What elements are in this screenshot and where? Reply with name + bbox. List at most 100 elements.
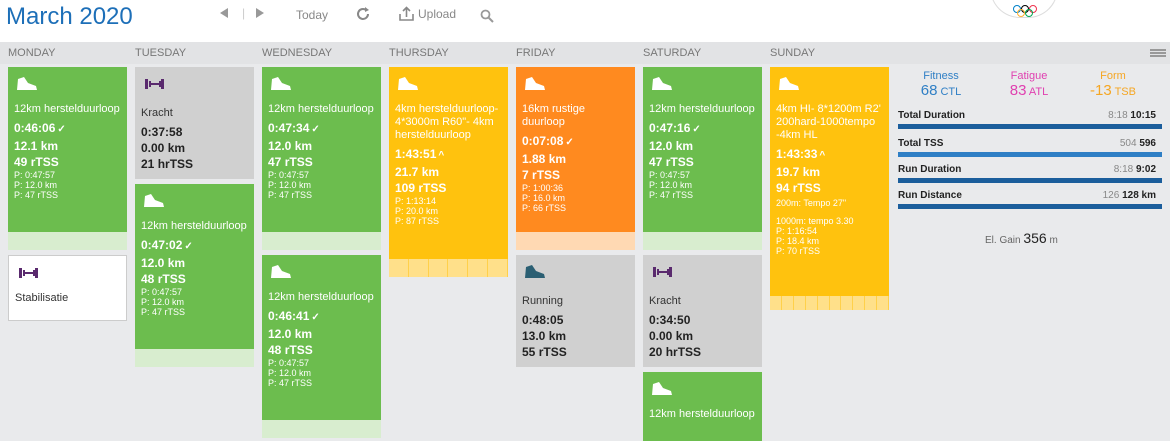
search-button[interactable]: [480, 9, 494, 23]
workout-distance: 21.7: [395, 165, 419, 179]
workout-card[interactable]: Running 0:48:05 13.0 km 55 rTSS: [516, 255, 635, 367]
summary-row-run-duration: Run Duration 8:18 9:02: [898, 164, 1162, 183]
next-button[interactable]: [256, 8, 264, 18]
check-icon: ✓: [57, 124, 66, 135]
workout-distance: 1.88: [522, 152, 546, 166]
caret-left-icon: [220, 8, 228, 18]
progress-bar: [898, 124, 1162, 129]
card-footer: [643, 232, 762, 250]
workout-duration: 1:43:33: [776, 147, 818, 161]
check-icon: ✓: [692, 124, 701, 135]
workout-duration: 1:43:51: [395, 147, 437, 161]
dumbbell-icon: [653, 267, 672, 277]
summary-row-total-tss: Total TSS 504 596: [898, 138, 1162, 157]
distance-unit: km: [167, 141, 186, 155]
olympic-logo: [990, 0, 1058, 18]
fatigue-label: Fatigue: [1010, 70, 1048, 82]
year-label: 2020: [79, 3, 133, 30]
progress-bar: [898, 152, 1162, 157]
workout-duration: 0:48:05: [522, 313, 564, 327]
fatigue-value: 83: [1009, 82, 1027, 99]
top-bar: March 2020 | Today Upload: [0, 0, 1170, 42]
distance-unit: km: [548, 329, 567, 343]
distance-unit: km: [294, 327, 313, 341]
workout-distance: 0.00: [141, 141, 165, 155]
workout-title: 4km HI- 8*1200m R2' 200hard-1000tempo -4…: [776, 103, 881, 141]
workout-title: 12km herstelduurloop: [649, 408, 755, 420]
workout-card[interactable]: 12km herstelduurloop 0:46:06 ✓ 12.1 km 49…: [8, 67, 127, 250]
running-shoe-icon: [17, 77, 37, 90]
workout-tss: 94: [776, 181, 790, 195]
workout-card[interactable]: Kracht 0:34:50 0.00 km 20 hrTSS: [643, 255, 762, 367]
planned-distance: P: 12.0 km: [268, 180, 312, 190]
menu-icon[interactable]: [1150, 49, 1166, 57]
tss-unit: rTSS: [30, 155, 59, 169]
weekday-header: MONDAY TUESDAY WEDNESDAY THURSDAY FRIDAY…: [0, 42, 1170, 64]
planned-value: 8:18: [1113, 164, 1134, 175]
planned-distance: P: 12.0 km: [141, 297, 185, 307]
workout-card[interactable]: Stabilisatie: [8, 255, 127, 321]
progress-bar: [898, 204, 1162, 209]
elgain-value: 356: [1023, 230, 1047, 246]
workout-card[interactable]: 4km herstelduurloop-4*3000m R60"- 4km he…: [389, 67, 508, 277]
tss-unit: rTSS: [157, 272, 186, 286]
row-label: Run Distance: [898, 190, 962, 201]
row-label: Total TSS: [898, 138, 944, 149]
tss-unit: hrTSS: [157, 157, 194, 171]
workout-card[interactable]: Kracht 0:37:58 0.00 km 21 hrTSS: [135, 67, 254, 179]
planned-distance: P: 12.0 km: [649, 180, 693, 190]
fatigue-unit: ATL: [1028, 86, 1049, 98]
workout-card[interactable]: 12km herstelduurloop 0:46:41 ✓ 12.0 km 48…: [262, 255, 381, 438]
today-button[interactable]: Today: [296, 8, 328, 22]
fitness-value: 68: [920, 82, 938, 99]
running-shoe-icon: [652, 382, 672, 395]
planned-tss: P: 87 rTSS: [395, 216, 440, 226]
planned-duration: P: 0:47:57: [14, 170, 56, 180]
workout-tss: 47: [649, 155, 663, 169]
workout-distance: 12.0: [649, 139, 673, 153]
workout-duration: 0:46:41: [268, 309, 310, 323]
refresh-button[interactable]: [355, 6, 371, 22]
planned-tss: P: 66 rTSS: [522, 203, 567, 213]
planned-tss: P: 47 rTSS: [649, 190, 694, 200]
day-tuesday: TUESDAY: [135, 47, 187, 59]
tss-unit: rTSS: [538, 345, 567, 359]
workout-note: 200m: Tempo 27": [776, 198, 847, 208]
workout-tss: 55: [522, 345, 536, 359]
upload-button[interactable]: Upload: [399, 6, 456, 21]
workout-card[interactable]: 12km herstelduurloop 0:47:02 ✓ 12.0 km 48…: [135, 184, 254, 367]
distance-unit: km: [548, 152, 567, 166]
workout-card[interactable]: 12km herstelduurloop 0:47:34 ✓ 12.0 km 47…: [262, 67, 381, 250]
planned-distance: P: 12.0 km: [14, 180, 58, 190]
planned-distance: P: 16.0 km: [522, 193, 566, 203]
fitness-label: Fitness: [923, 70, 959, 82]
planned-duration: P: 1:13:14: [395, 196, 437, 206]
workout-distance: 19.7: [776, 165, 800, 179]
workout-card[interactable]: 12km herstelduurloop: [643, 372, 762, 441]
workout-card[interactable]: 4km HI- 8*1200m R2' 200hard-1000tempo -4…: [770, 67, 889, 310]
workout-title: 12km herstelduurloop: [649, 103, 755, 115]
workout-title: Kracht: [141, 107, 173, 119]
prev-button[interactable]: [220, 8, 228, 18]
workout-duration: 0:47:16: [649, 121, 691, 135]
workout-card[interactable]: 16km rustige duurloop 0:07:08 ✓ 1.88 km 7…: [516, 67, 635, 250]
tss-unit: rTSS: [284, 155, 313, 169]
form-value: -13: [1090, 82, 1112, 99]
fatigue-metric: Fatigue 83 ATL: [989, 70, 1069, 99]
elgain-unit: m: [1049, 235, 1058, 246]
distance-unit: km: [675, 139, 694, 153]
month-label: March: [6, 3, 73, 30]
caret-right-icon: [256, 8, 264, 18]
tss-unit: rTSS: [792, 181, 821, 195]
workout-title: Kracht: [649, 295, 681, 307]
running-shoe-icon: [271, 265, 291, 278]
toolbar-divider: |: [242, 6, 246, 20]
workout-tss: 109: [395, 181, 416, 195]
tss-unit: rTSS: [284, 343, 313, 357]
distance-unit: km: [167, 256, 186, 270]
elgain-label: El. Gain: [985, 235, 1021, 246]
running-shoe-icon: [525, 265, 545, 278]
workout-distance: 0.00: [649, 329, 673, 343]
workout-card[interactable]: 12km herstelduurloop 0:47:16 ✓ 12.0 km 47…: [643, 67, 762, 250]
running-shoe-icon: [525, 77, 545, 90]
